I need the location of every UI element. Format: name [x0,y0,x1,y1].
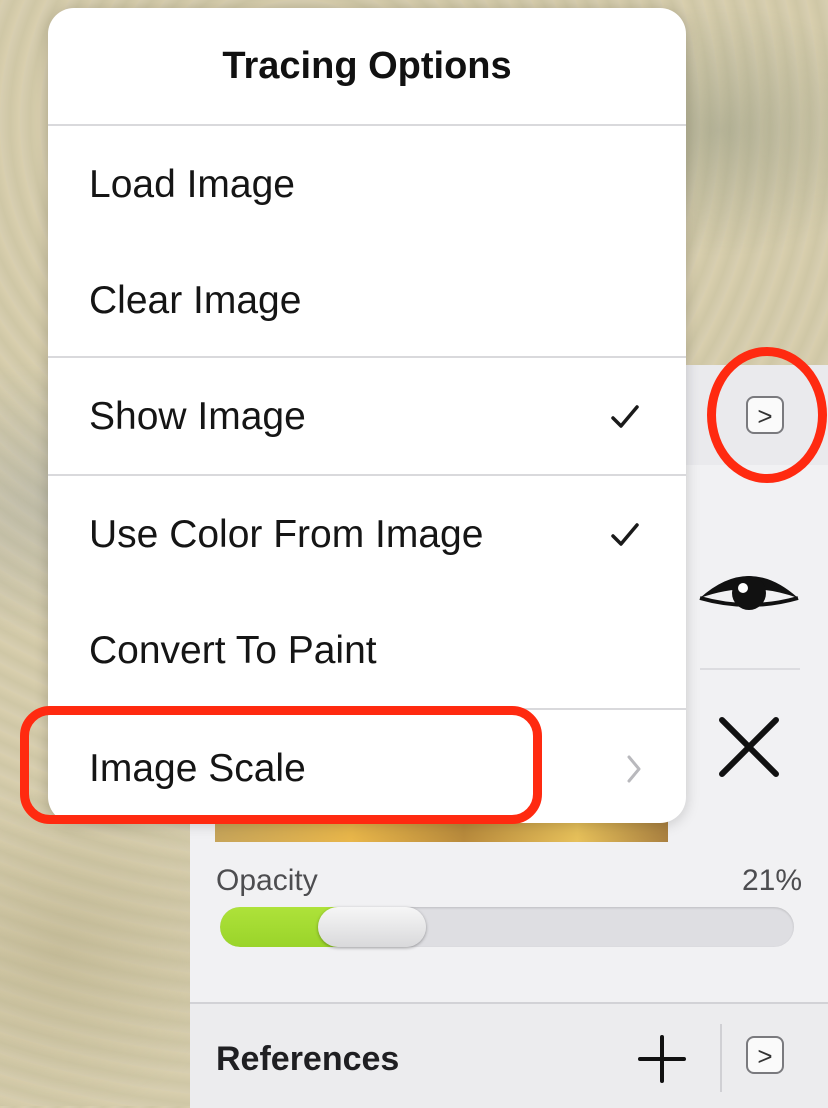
opacity-slider-thumb[interactable] [318,907,426,947]
opacity-slider[interactable] [220,907,794,947]
menu-item-label: Load Image [89,163,295,206]
menu-item-use-color-from-image[interactable]: Use Color From Image [48,476,686,594]
menu-title: Tracing Options [222,45,512,87]
menu-item-show-image[interactable]: Show Image [48,358,686,476]
references-expand-button[interactable]: > [746,1036,784,1074]
icon-divider [700,668,800,670]
opacity-value: 21% [741,864,802,897]
highlight-circle-annotation [707,347,827,483]
opacity-label: Opacity [216,864,318,897]
close-icon[interactable] [716,714,782,780]
references-label: References [216,1040,400,1078]
references-bar: References > [190,1002,828,1108]
menu-item-label: Show Image [89,395,306,438]
menu-item-convert-to-paint[interactable]: Convert To Paint [48,592,686,710]
tracing-options-menu: Tracing Options Load Image Clear Image S… [48,8,686,823]
references-separator [720,1024,722,1092]
menu-item-clear-image[interactable]: Clear Image [48,242,686,360]
menu-item-label: Convert To Paint [89,629,377,672]
menu-item-label: Clear Image [89,279,302,322]
menu-item-label: Use Color From Image [89,513,484,556]
checkmark-icon [611,405,639,428]
chevron-right-icon [627,755,641,783]
menu-item-load-image[interactable]: Load Image [48,126,686,244]
highlight-box-annotation [20,706,542,824]
checkmark-icon [611,523,639,546]
eye-icon[interactable] [698,568,800,614]
plus-icon[interactable] [637,1034,687,1084]
